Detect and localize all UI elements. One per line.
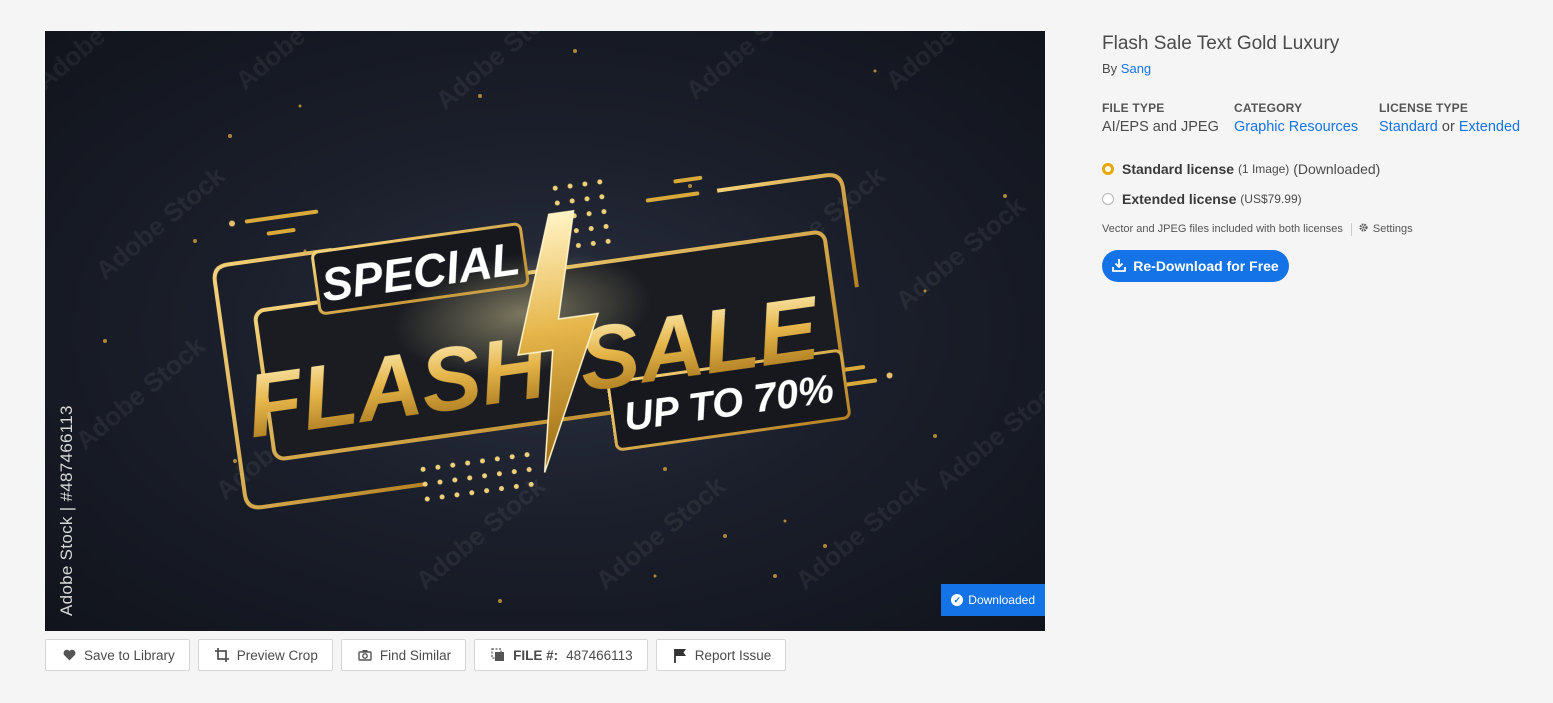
note-divider xyxy=(1350,222,1352,236)
crop-icon xyxy=(214,648,229,662)
standard-license-option[interactable]: Standard license (1 Image) (Downloaded) xyxy=(1102,161,1532,177)
svg-text:Adobe Stock: Adobe Stock xyxy=(230,31,371,96)
asset-details-panel: Flash Sale Text Gold Luxury By Sang FILE… xyxy=(1102,33,1532,282)
check-circle-icon: ✓ xyxy=(951,594,964,606)
svg-text:Adobe Stock: Adobe Stock xyxy=(410,470,551,595)
report-issue-button[interactable]: Report Issue xyxy=(655,639,787,671)
re-download-button[interactable]: Re-Download for Free xyxy=(1102,250,1289,282)
license-note-text: Vector and JPEG files included with both… xyxy=(1102,223,1343,235)
file-number-value: 487466113 xyxy=(566,647,633,663)
by-prefix: By xyxy=(1102,61,1118,76)
standard-license-radio[interactable] xyxy=(1102,163,1114,175)
re-download-label: Re-Download for Free xyxy=(1133,258,1279,274)
copy-icon xyxy=(491,648,505,662)
flash-sale-artwork: Adobe Stock Adobe Stock Adobe Stock Adob… xyxy=(45,31,1045,603)
category-link[interactable]: Graphic Resources xyxy=(1234,119,1379,135)
save-to-library-label: Save to Library xyxy=(84,647,175,663)
license-type-label: LICENSE TYPE xyxy=(1379,101,1469,115)
category-column: CATEGORY Graphic Resources xyxy=(1234,101,1379,135)
standard-license-link[interactable]: Standard xyxy=(1379,119,1438,135)
standard-license-name: Standard license xyxy=(1122,161,1235,177)
downloaded-badge-label: Downloaded xyxy=(968,593,1035,607)
author-line: By Sang xyxy=(1102,61,1532,76)
extended-license-name: Extended license xyxy=(1122,191,1237,207)
asset-title: Flash Sale Text Gold Luxury xyxy=(1102,33,1340,54)
standard-license-status: (Downloaded) xyxy=(1293,161,1381,177)
license-type-column: LICENSE TYPE Standard or Extended xyxy=(1379,101,1520,135)
settings-link[interactable]: Settings xyxy=(1358,222,1413,236)
svg-text:Adobe Stock: Adobe Stock xyxy=(430,31,571,116)
file-number-button[interactable]: FILE #: 487466113 xyxy=(474,639,648,671)
license-type-value: Standard or Extended xyxy=(1379,119,1520,135)
downloaded-badge: ✓ Downloaded xyxy=(941,584,1045,616)
file-type-column: FILE TYPE AI/EPS and JPEG xyxy=(1102,101,1234,135)
asset-preview-image[interactable]: Adobe Stock Adobe Stock Adobe Stock Adob… xyxy=(45,31,1045,631)
extended-license-price: (US$79.99) xyxy=(1240,192,1302,206)
extended-license-option[interactable]: Extended license (US$79.99) xyxy=(1102,191,1532,207)
svg-text:Adobe Stock: Adobe Stock xyxy=(680,31,821,106)
svg-text:Adobe Stock: Adobe Stock xyxy=(880,31,1021,96)
svg-text:Adobe Stock: Adobe Stock xyxy=(890,190,1031,315)
svg-text:Adobe Stock: Adobe Stock xyxy=(790,470,931,595)
svg-text:Adobe Stock: Adobe Stock xyxy=(930,370,1045,495)
flag-icon xyxy=(673,648,687,663)
author-link[interactable]: Sang xyxy=(1121,61,1151,76)
download-icon xyxy=(1112,258,1127,275)
svg-text:Adobe Stock: Adobe Stock xyxy=(70,330,211,455)
save-to-library-button[interactable]: Save to Library xyxy=(45,639,190,671)
extended-license-radio[interactable] xyxy=(1102,193,1114,205)
file-number-label: FILE #: xyxy=(513,647,559,663)
license-note: Vector and JPEG files included with both… xyxy=(1102,222,1532,236)
file-type-value: AI/EPS and JPEG xyxy=(1102,119,1219,135)
find-similar-button[interactable]: Find Similar xyxy=(340,639,467,671)
svg-text:Adobe Stock: Adobe Stock xyxy=(90,160,231,285)
svg-text:Adobe Stock: Adobe Stock xyxy=(590,470,731,595)
category-label: CATEGORY xyxy=(1234,101,1303,115)
vertical-credit: Adobe Stock | #487466113 xyxy=(57,405,76,616)
svg-text:Adobe Stock: Adobe Stock xyxy=(45,31,171,96)
find-similar-label: Find Similar xyxy=(379,647,452,663)
report-issue-label: Report Issue xyxy=(694,647,772,663)
file-type-label: FILE TYPE xyxy=(1102,101,1165,115)
preview-crop-label: Preview Crop xyxy=(236,647,318,663)
asset-toolbar: Save to Library Preview Crop Find Simila… xyxy=(45,639,787,671)
standard-license-qty: (1 Image) xyxy=(1237,162,1290,176)
camera-icon xyxy=(358,648,372,662)
gear-icon xyxy=(1358,222,1369,236)
extended-license-link[interactable]: Extended xyxy=(1459,119,1520,135)
heart-icon xyxy=(62,648,76,662)
license-or-text: or xyxy=(1441,119,1455,135)
settings-label: Settings xyxy=(1372,223,1413,235)
asset-meta: FILE TYPE AI/EPS and JPEG CATEGORY Graph… xyxy=(1102,101,1532,135)
preview-crop-button[interactable]: Preview Crop xyxy=(197,639,333,671)
